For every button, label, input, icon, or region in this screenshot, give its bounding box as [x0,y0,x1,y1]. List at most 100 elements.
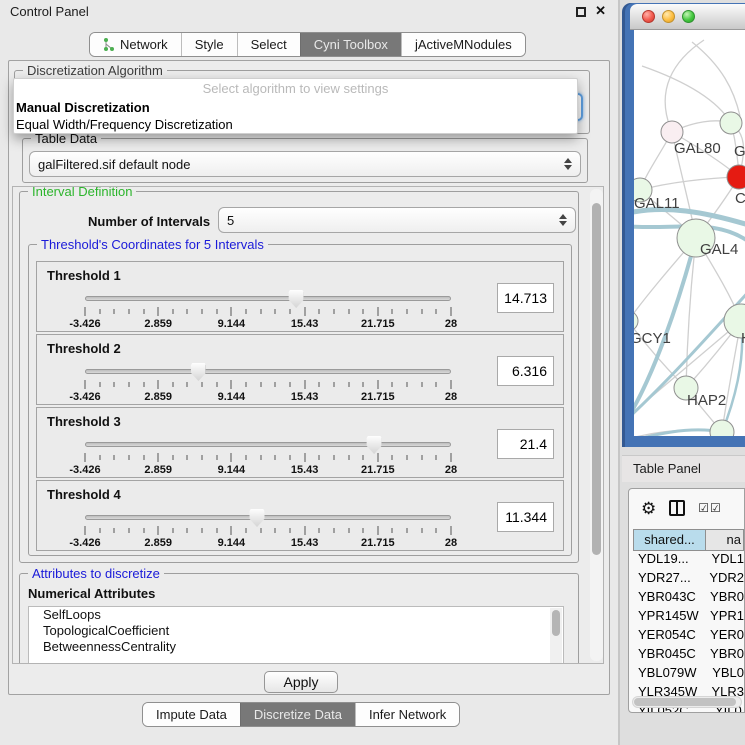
tab-infer-network[interactable]: Infer Network [355,703,459,726]
split-columns-icon[interactable] [669,500,685,516]
tab-cyni-toolbox[interactable]: Cyni Toolbox [300,33,401,56]
slider-ticks [85,380,451,390]
tick-mark [319,382,320,387]
number-of-intervals-combobox[interactable]: 5 [218,207,576,233]
slider-handle[interactable] [289,290,304,308]
tick-mark [231,307,232,316]
table-data-combobox[interactable]: galFiltered.sif default node [29,151,581,177]
tab-style[interactable]: Style [181,33,237,56]
close-icon[interactable]: ✕ [595,3,606,19]
table-horizontal-scrollbar[interactable] [632,696,742,708]
settings-vertical-scrollbar[interactable] [590,189,603,661]
float-window-icon[interactable] [576,7,586,17]
table-row[interactable]: YPR145WYPR1 [633,608,744,627]
column-header-name[interactable]: na [706,529,744,551]
network-window-titlebar[interactable] [630,4,745,30]
tick-mark [363,382,364,387]
table-row[interactable]: YBR043CYBR0 [633,589,744,608]
cell-shared-name: YPR145W [633,608,701,627]
column-header-shared-name[interactable]: shared... [633,529,706,551]
network-node[interactable] [720,112,742,134]
tick-mark [85,526,86,535]
threshold-value-field[interactable]: 21.4 [497,429,554,459]
threshold-slider[interactable]: -3.4262.8599.14415.4321.71528 [85,290,451,328]
attributes-scrollbar[interactable] [550,608,562,663]
attributes-group: Attributes to discretize Numerical Attri… [19,573,579,663]
tick-label: 2.859 [144,318,172,330]
settings-scroll-area: Interval Definition Number of Intervals … [13,187,589,663]
scrollbar-thumb[interactable] [634,698,736,706]
slider-handle[interactable] [367,436,382,454]
tab-select[interactable]: Select [237,33,300,56]
tick-mark [363,528,364,533]
threshold-slider[interactable]: -3.4262.8599.14415.4321.71528 [85,363,451,401]
tick-label: -3.426 [69,537,100,549]
tick-mark [114,309,115,314]
table-row[interactable]: YBR045CYBR0 [633,646,744,665]
close-traffic-light-icon[interactable] [642,10,655,23]
slider-track[interactable] [85,442,451,447]
dropdown-option-manual[interactable]: Manual Discretization [14,99,577,116]
node-label: GAL11 [634,195,680,212]
gear-icon[interactable]: ⚙ [641,500,656,517]
scrollbar-thumb[interactable] [592,203,601,555]
threshold-slider[interactable]: -3.4262.8599.14415.4321.71528 [85,436,451,474]
attribute-list-item[interactable]: TopologicalCoefficient [29,623,563,639]
cell-name: YBL0 [703,665,744,684]
tick-mark [128,309,129,314]
tick-mark [187,382,188,387]
numerical-attributes-list[interactable]: SelfLoopsTopologicalCoefficientBetweenne… [28,606,564,663]
tab-discretize-data[interactable]: Discretize Data [240,703,355,726]
threshold-value-field[interactable]: 11.344 [497,502,554,532]
threshold-slider[interactable]: -3.4262.8599.14415.4321.71528 [85,509,451,547]
table-row[interactable]: YDL19...YDL1 [633,551,744,570]
select-columns-icon[interactable]: ☑☑ [698,501,722,515]
attribute-list-item[interactable]: SelfLoops [29,607,563,623]
combo-stepper-icon[interactable] [559,214,567,226]
slider-track[interactable] [85,369,451,374]
tick-mark [128,528,129,533]
slider-handle[interactable] [250,509,265,527]
table-data-group: Table Data galFiltered.sif default node [22,138,588,183]
group-label: Threshold's Coordinates for 5 Intervals [37,237,268,252]
tick-mark [158,526,159,535]
tab-jactivemnodules[interactable]: jActiveMNodules [401,33,525,56]
network-edge[interactable] [642,66,731,123]
cell-name: YER0 [701,627,744,646]
apply-button[interactable]: Apply [264,671,338,693]
slider-handle[interactable] [191,363,206,381]
cell-shared-name: YBL079W [633,665,703,684]
tick-mark [304,453,305,462]
attribute-list-item[interactable]: BetweennessCentrality [29,639,563,655]
threshold-value-field[interactable]: 6.316 [497,356,554,386]
tick-mark [143,528,144,533]
slider-track[interactable] [85,515,451,520]
cell-shared-name: YDL19... [633,551,702,570]
combo-stepper-icon[interactable] [564,158,572,170]
panel-divider[interactable] [618,0,620,745]
network-canvas[interactable]: GAL80GACGAL11GAL4GCY1HHAP2 [634,30,745,436]
table-row[interactable]: YER054CYER0 [633,627,744,646]
tick-mark [158,380,159,389]
dropdown-option-equal-width[interactable]: Equal Width/Frequency Discretization [14,116,577,133]
table-row[interactable]: YDR27...YDR2 [633,570,744,589]
tick-mark [216,455,217,460]
tick-label: 2.859 [144,391,172,403]
tick-mark [451,307,452,316]
tab-network[interactable]: Network [90,33,181,56]
network-edge[interactable] [665,40,704,132]
tick-mark [377,453,378,462]
threshold-value-field[interactable]: 14.713 [497,283,554,313]
table-row[interactable]: YBL079WYBL0 [633,665,744,684]
network-node[interactable] [634,311,638,331]
threshold-panel: Threshold 4-3.4262.8599.14415.4321.71528… [36,480,564,551]
slider-tick-labels: -3.4262.8599.14415.4321.71528 [85,464,451,476]
zoom-traffic-light-icon[interactable] [682,10,695,23]
network-edge[interactable] [640,177,739,190]
tick-mark [172,455,173,460]
tab-impute-data[interactable]: Impute Data [143,703,240,726]
tab-label: Impute Data [156,707,227,722]
slider-track[interactable] [85,296,451,301]
minimize-traffic-light-icon[interactable] [662,10,675,23]
tick-mark [319,528,320,533]
